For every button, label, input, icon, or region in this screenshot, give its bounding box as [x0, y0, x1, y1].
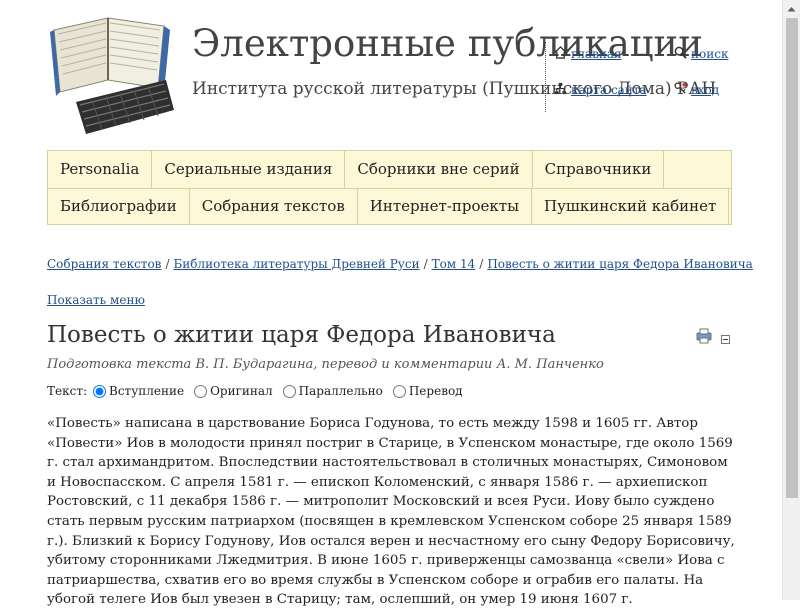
top-links: главная поиск карта сайта вход: [545, 42, 746, 112]
sitemap-icon: [554, 82, 567, 98]
radio-translation[interactable]: Перевод: [387, 384, 463, 398]
vertical-scrollbar[interactable]: [782, 0, 800, 600]
nav-row-1: Personalia Сериальные издания Сборники в…: [48, 151, 731, 189]
breadcrumb-separator: /: [479, 257, 484, 271]
radio-translation-input[interactable]: [392, 384, 406, 398]
breadcrumb-item[interactable]: Библиотека литературы Древней Руси: [173, 257, 419, 271]
sitemap-link-text[interactable]: карта сайта: [571, 83, 647, 97]
radio-original[interactable]: Оригинал: [188, 384, 273, 398]
search-icon: [674, 46, 687, 62]
search-link[interactable]: поиск: [674, 46, 728, 62]
page-subtitle: Подготовка текста В. П. Бударагина, пере…: [47, 357, 604, 372]
radio-original-label: Оригинал: [210, 384, 273, 398]
breadcrumb-item[interactable]: Повесть о житии царя Федора Ивановича: [487, 257, 752, 271]
key-icon: [674, 82, 687, 98]
article-body: «Повесть» написана в царствование Бориса…: [47, 416, 735, 608]
home-link-text[interactable]: главная: [571, 47, 622, 61]
main-nav: Personalia Сериальные издания Сборники в…: [47, 150, 732, 225]
search-link-text[interactable]: поиск: [691, 47, 728, 61]
scrollbar-thumb[interactable]: [786, 18, 798, 498]
radio-introduction[interactable]: Вступление: [87, 384, 184, 398]
nav-row-2: Библиографии Собрания текстов Интернет-п…: [48, 188, 730, 225]
login-link-text[interactable]: вход: [691, 83, 719, 97]
nav-item-serial-editions[interactable]: Сериальные издания: [152, 151, 346, 188]
radio-parallel-input[interactable]: [282, 384, 296, 398]
text-version-selector: Текст: Вступление Оригинал Параллельно П…: [47, 384, 467, 398]
login-link[interactable]: вход: [674, 82, 719, 98]
breadcrumb-separator: /: [165, 257, 170, 271]
scroll-up-icon[interactable]: [783, 0, 800, 17]
text-version-label: Текст:: [47, 384, 88, 398]
nav-item-personalia[interactable]: Personalia: [48, 151, 153, 188]
nav-item-collections[interactable]: Сборники вне серий: [345, 151, 533, 188]
nav-item-bibliographies[interactable]: Библиографии: [48, 188, 190, 225]
radio-translation-label: Перевод: [408, 384, 463, 398]
nav-item-pushkin-cabinet[interactable]: Пушкинский кабинет: [532, 188, 730, 225]
radio-parallel-label: Параллельно: [298, 384, 383, 398]
breadcrumb-item[interactable]: Том 14: [432, 257, 476, 271]
breadcrumb: Собрания текстов / Библиотека литературы Д…: [47, 257, 753, 271]
title-tools: [695, 328, 730, 348]
nav-item-internet-projects[interactable]: Интернет-проекты: [358, 188, 533, 225]
radio-original-input[interactable]: [194, 384, 208, 398]
show-menu-link[interactable]: Показать меню: [47, 293, 145, 307]
page-title: Повесть о житии царя Федора Ивановича: [47, 322, 556, 348]
nav-item-references[interactable]: Справочники: [533, 151, 665, 188]
sitemap-link[interactable]: карта сайта: [554, 82, 647, 98]
radio-introduction-input[interactable]: [93, 384, 107, 398]
site-logo[interactable]: [46, 10, 176, 138]
radio-parallel[interactable]: Параллельно: [277, 384, 383, 398]
print-icon[interactable]: [695, 328, 713, 348]
collapse-icon[interactable]: [721, 329, 730, 348]
breadcrumb-separator: /: [423, 257, 428, 271]
breadcrumb-item[interactable]: Собрания текстов: [47, 257, 161, 271]
home-link[interactable]: главная: [554, 46, 622, 62]
radio-introduction-label: Вступление: [109, 384, 185, 398]
home-icon: [554, 46, 567, 62]
nav-item-text-collections[interactable]: Собрания текстов: [190, 188, 358, 225]
